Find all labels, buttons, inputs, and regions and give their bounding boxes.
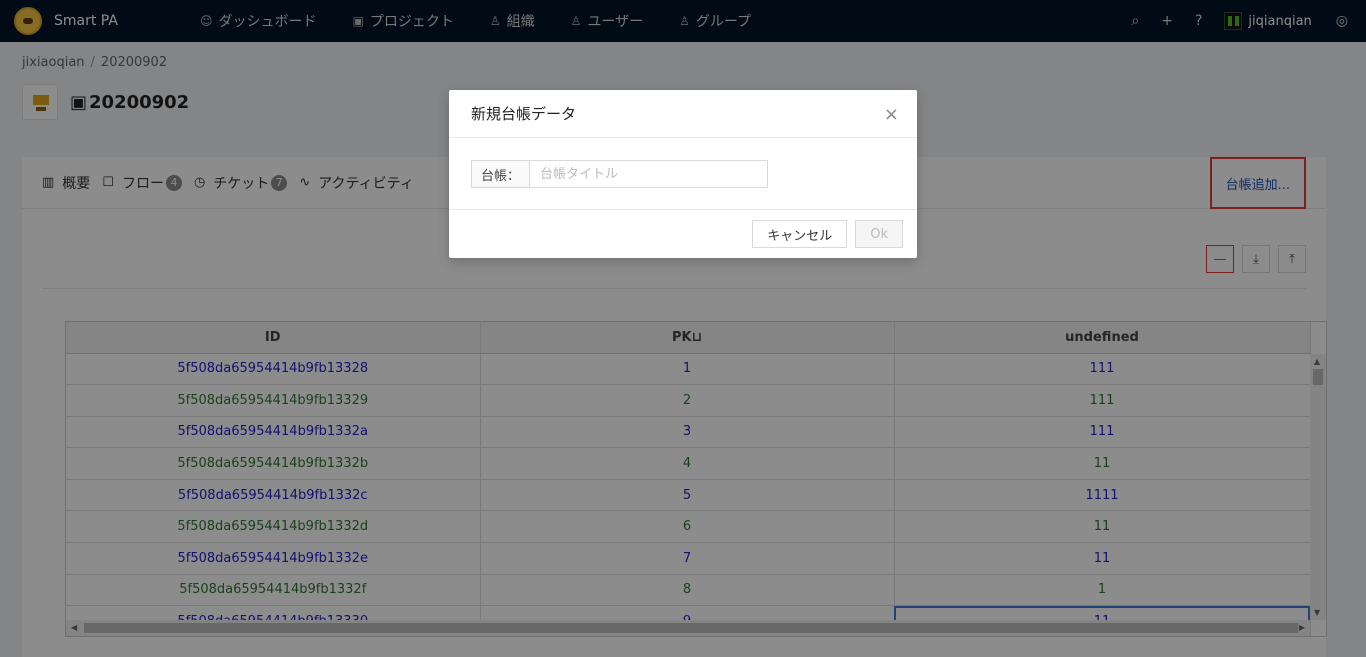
dialog-footer: キャンセル Ok	[449, 210, 917, 258]
ok-button[interactable]: Ok	[855, 220, 903, 248]
close-icon[interactable]: ×	[884, 104, 899, 125]
new-ledger-dialog: 新規台帳データ × 台帳： キャンセル Ok	[449, 90, 917, 258]
ledger-field-label: 台帳：	[471, 160, 530, 188]
cancel-button[interactable]: キャンセル	[752, 220, 848, 248]
dialog-title: 新規台帳データ	[471, 105, 577, 123]
dialog-body: 台帳：	[449, 138, 917, 210]
ledger-title-field: 台帳：	[471, 160, 768, 188]
ledger-title-input[interactable]	[530, 160, 768, 188]
dialog-header: 新規台帳データ	[449, 90, 917, 138]
